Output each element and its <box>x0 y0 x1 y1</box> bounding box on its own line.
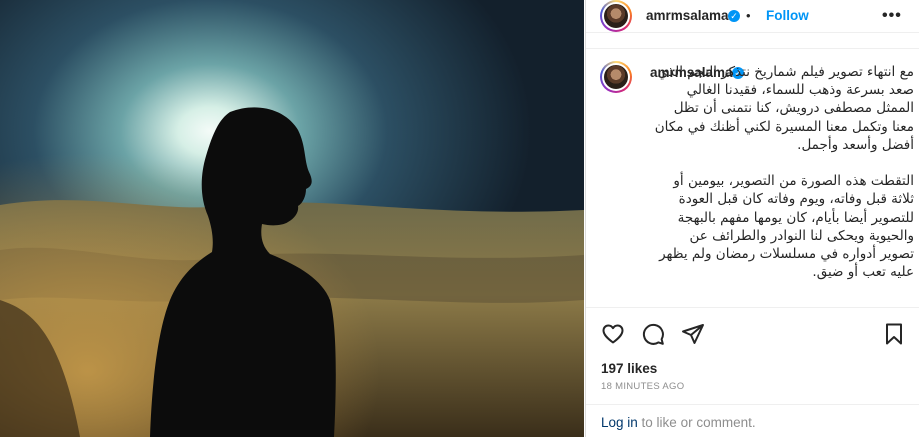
likes-count[interactable]: 197 likes <box>601 361 657 376</box>
verified-badge-icon: ✓ <box>728 10 740 22</box>
caption-avatar[interactable] <box>600 61 632 93</box>
caption-paragraph-1: مع انتهاء تصوير فيلم شماريخ نتذكر النجم … <box>650 64 914 153</box>
login-bar: Log in to like or comment. <box>586 404 919 438</box>
post-timestamp[interactable]: 18 MINUTES AGO <box>601 381 684 392</box>
avatar-image <box>604 65 628 89</box>
follow-button[interactable]: Follow <box>766 8 809 23</box>
separator-dot: • <box>746 8 751 23</box>
post-photo[interactable] <box>0 0 584 437</box>
login-link[interactable]: Log in <box>601 415 638 430</box>
login-prompt: Log in to like or comment. <box>601 415 756 430</box>
caption-section: amrmsalama ✓ مع انتهاء تصوير فيلم شماريخ… <box>586 48 919 307</box>
more-options-icon[interactable]: ••• <box>882 7 902 25</box>
silhouette-photo <box>0 0 584 437</box>
caption-paragraph-2: التقطت هذه الصورة من التصوير، بيومين أو … <box>654 173 914 281</box>
header-username[interactable]: amrmsalama <box>646 8 729 23</box>
avatar[interactable] <box>600 0 632 32</box>
comment-icon[interactable] <box>641 322 665 346</box>
heart-icon[interactable] <box>601 322 625 346</box>
avatar-image <box>604 4 628 28</box>
action-bar <box>586 307 919 356</box>
paper-plane-icon[interactable] <box>681 322 705 346</box>
bookmark-icon[interactable] <box>882 322 906 346</box>
post-header: amrmsalama ✓ • Follow ••• <box>586 0 919 33</box>
login-prompt-text: to like or comment. <box>637 415 756 430</box>
post-panel: amrmsalama ✓ • Follow ••• amrmsalama ✓ م… <box>585 0 919 437</box>
caption-text: مع انتهاء تصوير فيلم شماريخ نتذكر النجم … <box>652 63 914 281</box>
